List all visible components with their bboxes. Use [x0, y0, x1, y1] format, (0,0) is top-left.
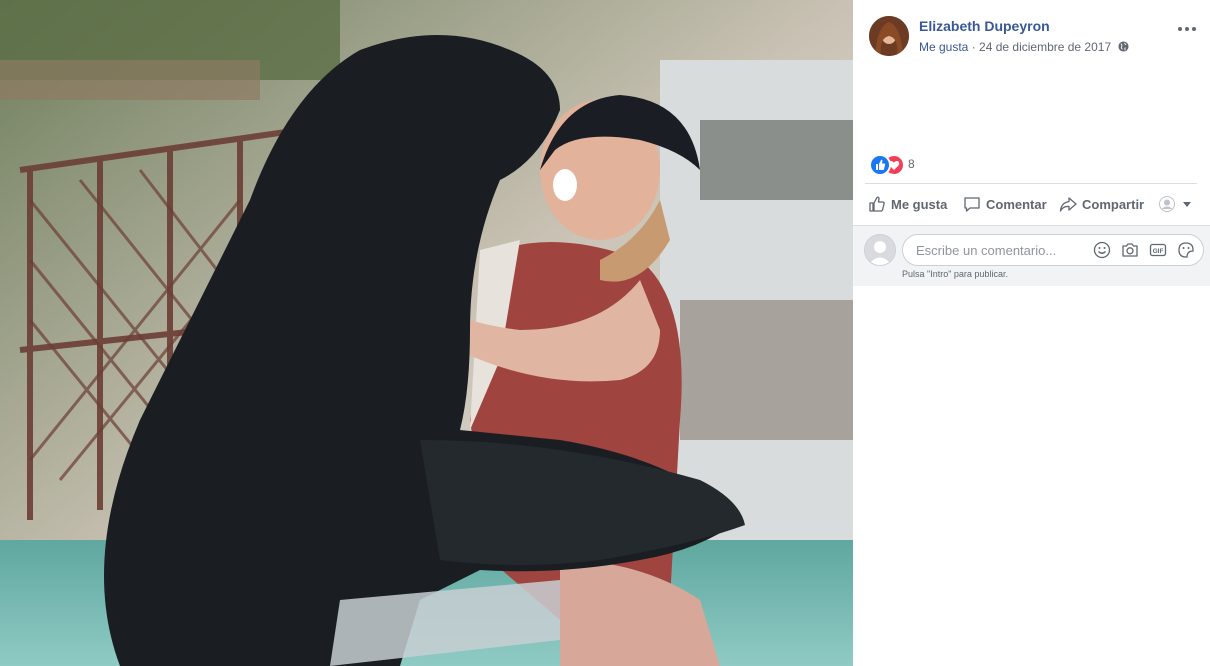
globe-icon[interactable]: [1118, 41, 1130, 52]
svg-text:GIF: GIF: [1153, 248, 1164, 255]
author-avatar[interactable]: [869, 16, 909, 56]
thumbs-up-icon: [869, 196, 885, 212]
like-reaction-icon: [869, 154, 891, 176]
post-actions-bar: Me gusta Comentar Compartir: [865, 188, 1197, 220]
comment-input-placeholder: Escribe un comentario...: [916, 243, 1057, 258]
comment-as-selector[interactable]: [1159, 188, 1197, 220]
chevron-down-icon: [1183, 202, 1191, 207]
divider: [865, 183, 1197, 184]
post-date[interactable]: 24 de diciembre de 2017: [979, 40, 1111, 54]
post-header: Elizabeth Dupeyron Me gusta · 24 de dici…: [869, 16, 1202, 56]
comment-input-icons: GIF: [1083, 241, 1195, 261]
like-button[interactable]: Me gusta: [868, 188, 947, 220]
share-button-label: Compartir: [1082, 196, 1145, 212]
author-avatar-image: [869, 16, 909, 56]
comment-hint: Pulsa "Intro" para publicar.: [902, 269, 1008, 279]
comment-composer: Escribe un comentario... GIF Pulsa "Intr…: [853, 225, 1210, 286]
commenter-avatar: [864, 234, 896, 266]
more-options-icon[interactable]: [1176, 22, 1198, 36]
profile-picture-icon: [1159, 196, 1175, 212]
post-side-panel: Elizabeth Dupeyron Me gusta · 24 de dici…: [853, 0, 1210, 666]
emoji-icon[interactable]: [1093, 241, 1111, 259]
share-button[interactable]: Compartir: [1059, 188, 1144, 220]
reaction-count[interactable]: 8: [908, 157, 915, 171]
like-button-label: Me gusta: [891, 196, 948, 212]
camera-icon[interactable]: [1121, 241, 1139, 259]
post-photo[interactable]: [0, 0, 853, 666]
meta-separator: ·: [968, 40, 980, 54]
meta-like-link[interactable]: Me gusta: [919, 40, 968, 54]
gif-icon[interactable]: GIF: [1149, 241, 1167, 259]
comment-input[interactable]: Escribe un comentario... GIF: [902, 234, 1204, 266]
photo-image: [0, 0, 853, 666]
comment-icon: [964, 197, 980, 212]
comment-button[interactable]: Comentar: [963, 188, 1047, 220]
comment-button-label: Comentar: [986, 196, 1047, 212]
sticker-icon[interactable]: [1177, 241, 1195, 259]
post-meta: Me gusta · 24 de diciembre de 2017: [919, 40, 1130, 54]
author-name-link[interactable]: Elizabeth Dupeyron: [919, 18, 1050, 34]
share-arrow-icon: [1059, 197, 1077, 212]
